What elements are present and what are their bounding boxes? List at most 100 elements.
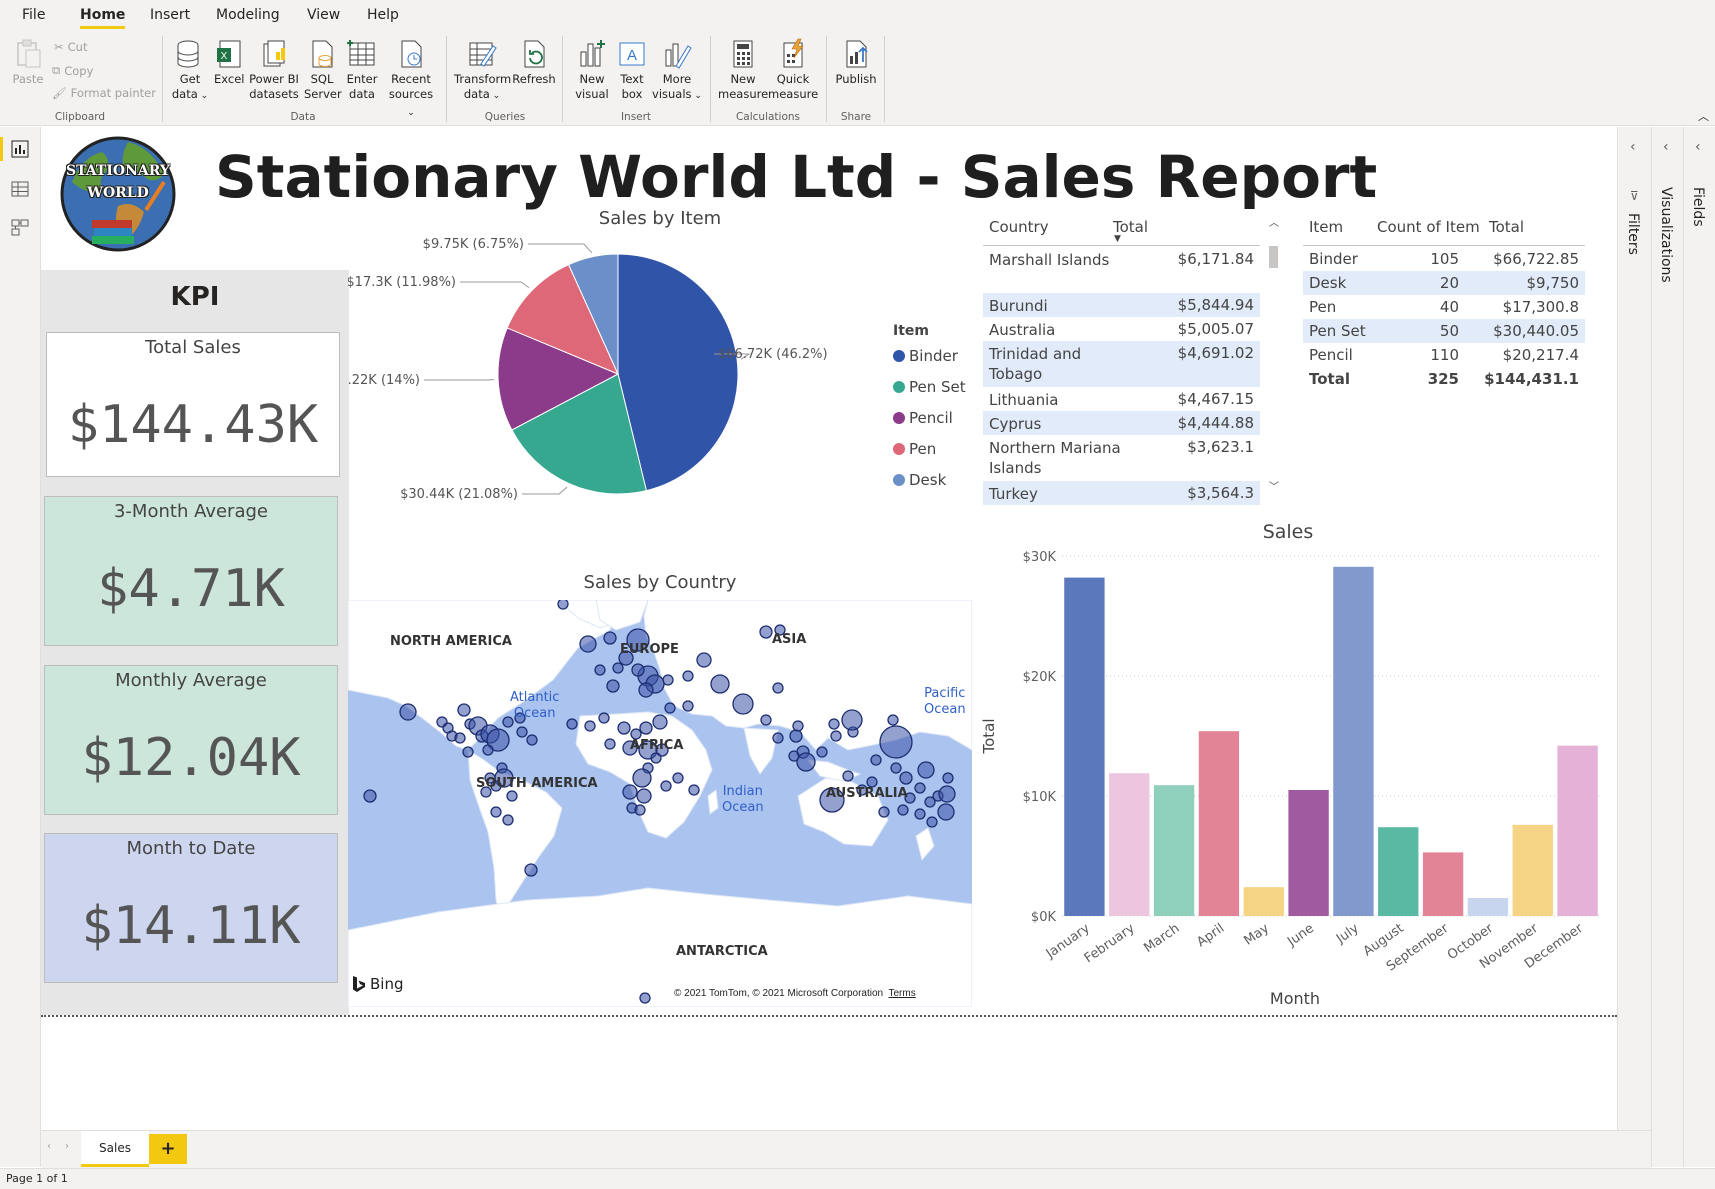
menu-view[interactable]: View [307, 7, 340, 23]
scroll-down-icon[interactable]: ﹀ [1269, 478, 1279, 493]
datasets-label-2: datasets [249, 87, 299, 101]
menu-home[interactable]: Home [80, 7, 126, 29]
menu-file[interactable]: File [22, 7, 45, 23]
kpi-card-total-sales[interactable]: Total Sales $144.43K [46, 332, 340, 477]
copy-icon: ⧉ [52, 63, 61, 77]
scroll-up-icon[interactable]: ︿ [1269, 214, 1279, 229]
publish-button[interactable]: Publish [834, 34, 878, 87]
bar-october[interactable] [1467, 898, 1509, 916]
bar-june[interactable] [1288, 790, 1329, 916]
power-bi-datasets-button[interactable]: Power BI datasets [248, 34, 300, 102]
collapse-ribbon-icon[interactable]: ︿ [1698, 108, 1709, 124]
count-column-header[interactable]: Count of Item [1377, 218, 1480, 236]
sales-map[interactable]: NORTH AMERICA SOUTH AMERICA EUROPE ASIA … [348, 600, 972, 1007]
get-data-button[interactable]: Get data ⌄ [170, 34, 210, 104]
add-page-button[interactable]: + [149, 1134, 187, 1164]
bar-april[interactable] [1198, 731, 1240, 916]
table-row[interactable]: Desk 20 $9,750 [1303, 271, 1585, 295]
more-visuals-button[interactable]: More visuals ⌄ [652, 34, 702, 104]
visualizations-pane[interactable]: ‹ Visualizations [1651, 127, 1683, 1167]
copy-button[interactable]: ⧉ Copy [52, 63, 93, 78]
chevron-left-icon[interactable]: ‹ [1630, 139, 1636, 155]
next-page-icon[interactable]: › [65, 1141, 69, 1152]
kpi-card-month-to-date[interactable]: Month to Date $14.11K [44, 833, 338, 983]
item-table[interactable]: Item Count of Item Total Binder 105 $66,72… [1303, 212, 1585, 392]
country-table-scrollbar[interactable]: ︿ ﹀ [1267, 212, 1279, 497]
tab-sales[interactable]: Sales [81, 1131, 149, 1167]
previous-page-icon[interactable]: ‹ [47, 1141, 51, 1152]
bar-december[interactable] [1557, 745, 1598, 916]
sales-bar-chart[interactable]: Sales$0K$10K$20K$30KTotalJanuaryFebruary… [970, 510, 1610, 1015]
country-column-header[interactable]: Country [989, 218, 1049, 236]
country-cell: Northern Mariana Islands [989, 439, 1121, 477]
recent-sources-button[interactable]: Recent sources ⌄ [386, 34, 436, 121]
fields-pane[interactable]: ‹ Fields [1683, 127, 1715, 1167]
legend-item-desk[interactable]: Desk [893, 471, 946, 489]
item-column-header[interactable]: Item [1309, 218, 1343, 236]
cut-button[interactable]: ✂ Cut [54, 40, 87, 54]
data-view-icon[interactable] [10, 179, 30, 199]
kpi-card-monthly-average[interactable]: Monthly Average $12.04K [44, 665, 338, 815]
map-terms-link[interactable]: Terms [888, 988, 915, 999]
pie-chart[interactable]: $66.72K (46.2%) $30.44K (21.08%) $20.22K (… [348, 230, 896, 560]
table-total-row[interactable]: Total 325 $144,431.1 [1303, 367, 1585, 391]
table-row[interactable]: Northern Mariana Islands $3,623.1 [983, 435, 1260, 481]
table-row[interactable]: Binder 105 $66,722.85 [1303, 247, 1585, 271]
transform-data-button[interactable]: Transform data ⌄ [454, 34, 511, 104]
country-cell: Marshall Islands [989, 251, 1110, 269]
table-row[interactable]: Lithuania $4,467.15 [983, 387, 1260, 411]
kpi-card-3-month-average[interactable]: 3-Month Average $4.71K [44, 496, 338, 646]
table-row[interactable]: Turkey $3,564.3 [983, 481, 1260, 505]
chevron-down-icon: ⌄ [691, 91, 702, 101]
excel-button[interactable]: X Excel [214, 34, 244, 87]
table-row[interactable]: Cyprus $4,444.88 [983, 411, 1260, 435]
enter-data-button[interactable]: Enter data [344, 34, 380, 102]
total-column-header[interactable]: Total [1489, 218, 1524, 236]
new-measure-label-2: measure [718, 87, 769, 101]
sql-server-button[interactable]: SQL Server [304, 34, 342, 102]
legend-item-pen-set[interactable]: Pen Set [893, 378, 966, 396]
table-row[interactable]: Pen Set 50 $30,440.05 [1303, 319, 1585, 343]
text-box-button[interactable]: A Text box [614, 34, 650, 102]
menu-help[interactable]: Help [367, 7, 399, 23]
quick-measure-button[interactable]: Quick measure [768, 34, 818, 102]
bar-march[interactable] [1153, 785, 1195, 916]
bar-september[interactable] [1422, 852, 1464, 916]
new-measure-button[interactable]: New measure [718, 34, 768, 102]
menu-modeling[interactable]: Modeling [216, 7, 280, 23]
bar-february[interactable] [1109, 773, 1150, 916]
kpi-value: $144.43K [67, 395, 319, 455]
legend-item-pen[interactable]: Pen [893, 440, 936, 458]
x-tick-label: July [1333, 921, 1362, 947]
menu-insert[interactable]: Insert [150, 7, 190, 23]
enter-data-label-1: Enter [346, 72, 378, 86]
bar-july[interactable] [1333, 566, 1374, 916]
count-cell: 20 [1439, 274, 1459, 292]
model-view-icon[interactable] [10, 217, 30, 237]
country-table[interactable]: Country Total ▼ Marshall Islands $6,171.8… [983, 212, 1260, 507]
table-row[interactable]: Trinidad and Tobago $4,691.02 [983, 341, 1260, 387]
refresh-button[interactable]: Refresh [512, 34, 556, 87]
filters-pane[interactable]: ‹ ⊽ Filters [1617, 127, 1651, 1167]
paste-icon [17, 39, 41, 68]
table-row[interactable]: Australia $5,005.07 [983, 317, 1260, 341]
table-row[interactable]: Pencil 110 $20,217.4 [1303, 343, 1585, 367]
bar-january[interactable] [1064, 577, 1105, 916]
bar-may[interactable] [1243, 887, 1284, 916]
table-row[interactable]: Burundi $5,844.94 [983, 293, 1260, 317]
chevron-left-icon[interactable]: ‹ [1695, 139, 1701, 155]
separator [884, 36, 885, 122]
bar-november[interactable] [1512, 824, 1553, 916]
paste-button[interactable]: Paste [10, 34, 46, 87]
table-row[interactable]: Marshall Islands $6,171.84 [983, 247, 1260, 293]
legend-item-binder[interactable]: Binder [893, 347, 958, 365]
chevron-left-icon[interactable]: ‹ [1663, 139, 1669, 155]
bar-august[interactable] [1378, 827, 1419, 916]
scroll-thumb[interactable] [1269, 246, 1278, 268]
table-row[interactable]: Pen 40 $17,300.8 [1303, 295, 1585, 319]
new-visual-label-2: visual [575, 87, 609, 101]
report-view-icon[interactable] [10, 139, 30, 159]
new-visual-button[interactable]: New visual [570, 34, 614, 102]
format-painter-button[interactable]: 🖌 Format painter [52, 86, 156, 100]
legend-item-pencil[interactable]: Pencil [893, 409, 953, 427]
